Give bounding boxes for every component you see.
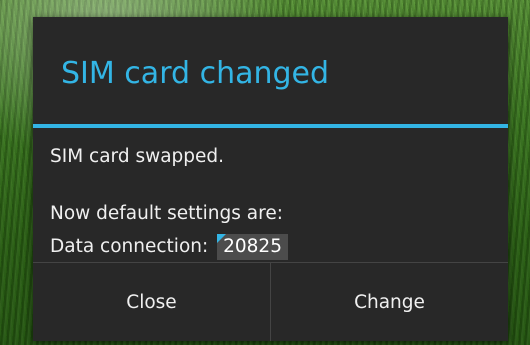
data-connection-value-text: 20825 bbox=[223, 236, 282, 257]
data-connection-label: Data connection: bbox=[50, 236, 209, 257]
close-button-label: Close bbox=[126, 291, 177, 313]
data-connection-value: 20825 bbox=[217, 234, 288, 260]
selection-corner-icon bbox=[217, 234, 227, 243]
close-button[interactable]: Close bbox=[33, 263, 270, 341]
change-button-label: Change bbox=[354, 291, 425, 313]
sim-swapped-message: SIM card swapped. bbox=[50, 146, 225, 167]
change-button[interactable]: Change bbox=[271, 263, 508, 341]
title-divider bbox=[33, 124, 508, 128]
data-connection-row: Data connection: 20825 bbox=[50, 234, 288, 260]
sim-changed-dialog: SIM card changed SIM card swapped. Now d… bbox=[33, 17, 508, 341]
dialog-title: SIM card changed bbox=[61, 56, 330, 91]
default-settings-message: Now default settings are: bbox=[50, 203, 283, 224]
